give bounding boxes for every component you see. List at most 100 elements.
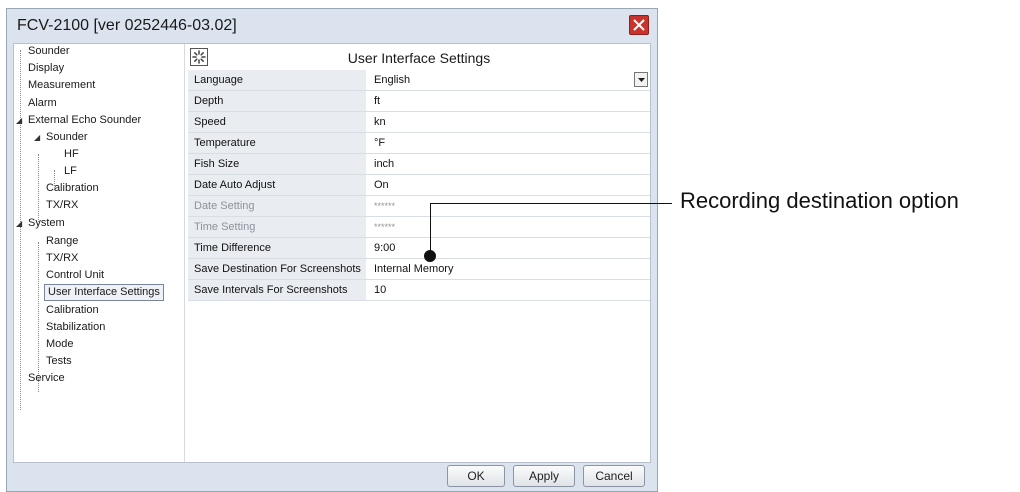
setting-value: ******	[368, 217, 650, 237]
chevron-down-icon	[638, 78, 645, 82]
table-row[interactable]: Date Auto Adjust On	[188, 175, 650, 196]
setting-label: Speed	[188, 112, 366, 132]
tree-item-ext-txrx[interactable]: TX/RX	[46, 198, 78, 212]
dialog-footer: OK Apply Cancel	[7, 461, 657, 491]
ok-button[interactable]: OK	[447, 465, 505, 487]
tree-item-label: Range	[46, 235, 79, 247]
title-bar: FCV-2100 [ver 0252446-03.02]	[7, 9, 657, 41]
tree-item-label: TX/RX	[46, 252, 79, 264]
tree-item-hf[interactable]: HF	[64, 147, 79, 161]
setting-value[interactable]: °F	[368, 133, 650, 153]
close-icon	[633, 19, 645, 31]
tree-item-alarm[interactable]: Alarm	[28, 96, 57, 110]
tree-item-ext-sounder[interactable]: Sounder	[46, 130, 88, 144]
tree-item-label: TX/RX	[46, 199, 79, 211]
tree-item-label: Stabilization	[46, 321, 106, 333]
tree-item-external-echo-sounder[interactable]: External Echo Sounder	[28, 113, 141, 127]
tree-item-label: Mode	[46, 338, 74, 350]
tree-item-system-calibration[interactable]: Calibration	[46, 303, 99, 317]
setting-value[interactable]: 10	[368, 280, 650, 300]
setting-value[interactable]: ft	[368, 91, 650, 111]
tree-item-user-interface-settings[interactable]: User Interface Settings	[44, 284, 164, 301]
setting-label: Save Intervals For Screenshots	[188, 280, 366, 300]
tree-item-sounder[interactable]: Sounder	[28, 44, 70, 58]
setting-label: Fish Size	[188, 154, 366, 174]
callout-label: Recording destination option	[680, 188, 959, 213]
setting-label: Time Difference	[188, 238, 366, 258]
setting-label: Temperature	[188, 133, 366, 153]
expand-arrow-icon[interactable]: ◢	[34, 133, 40, 142]
tree-item-label: Calibration	[46, 182, 99, 194]
tree-item-label: Service	[28, 372, 65, 384]
tree-item-label: Sounder	[46, 131, 88, 143]
setting-value[interactable]: inch	[368, 154, 650, 174]
dialog-content: Sounder Display Measurement Alarm ◢ Exte…	[13, 43, 651, 463]
setting-value: ******	[368, 196, 650, 216]
setting-value[interactable]: Internal Memory	[368, 259, 650, 279]
tree-item-service[interactable]: Service	[28, 371, 65, 385]
tree-item-label: User Interface Settings	[48, 286, 160, 298]
tree-item-stabilization[interactable]: Stabilization	[46, 320, 105, 334]
tree-item-system-txrx[interactable]: TX/RX	[46, 251, 78, 265]
tree-item-label: Alarm	[28, 97, 57, 109]
setting-label: Time Setting	[188, 217, 366, 237]
tree-item-ext-calibration[interactable]: Calibration	[46, 181, 99, 195]
setting-value[interactable]: 9:00	[368, 238, 650, 258]
tree-item-label: System	[28, 217, 65, 229]
callout-leader-line	[430, 203, 431, 255]
tree-item-label: Sounder	[28, 45, 70, 57]
tree-item-label: Calibration	[46, 304, 99, 316]
panel-header: User Interface Settings	[188, 46, 650, 68]
setting-value[interactable]: On	[368, 175, 650, 195]
setting-label: Date Auto Adjust	[188, 175, 366, 195]
setting-label: Language	[188, 70, 366, 90]
dropdown-button[interactable]	[634, 72, 648, 87]
table-row[interactable]: Save Destination For Screenshots Interna…	[188, 259, 650, 280]
table-row[interactable]: Depth ft	[188, 91, 650, 112]
settings-table: Language English Depth ft Speed kn Tempe…	[188, 70, 650, 301]
table-row[interactable]: Fish Size inch	[188, 154, 650, 175]
setting-label: Save Destination For Screenshots	[188, 259, 366, 279]
language-select[interactable]: English	[368, 70, 650, 90]
tree-item-label: Measurement	[28, 79, 96, 91]
tree-guide-line	[38, 242, 39, 392]
setting-label: Depth	[188, 91, 366, 111]
navigation-tree: Sounder Display Measurement Alarm ◢ Exte…	[14, 44, 185, 462]
tree-item-lf[interactable]: LF	[64, 164, 77, 178]
expand-arrow-icon[interactable]: ◢	[16, 116, 22, 125]
tree-item-label: Display	[28, 62, 65, 74]
tree-item-label: LF	[64, 165, 77, 177]
cancel-button[interactable]: Cancel	[583, 465, 645, 487]
window-title: FCV-2100 [ver 0252446-03.02]	[17, 17, 237, 34]
tree-item-display[interactable]: Display	[28, 61, 64, 75]
close-button[interactable]	[629, 15, 649, 35]
tree-item-measurement[interactable]: Measurement	[28, 78, 95, 92]
setting-value: English	[374, 74, 411, 86]
tree-guide-line	[20, 50, 21, 410]
panel-title: User Interface Settings	[347, 50, 491, 66]
tree-item-label: Control Unit	[46, 269, 105, 281]
callout-dot	[424, 250, 436, 262]
tree-guide-line	[38, 154, 39, 222]
apply-button[interactable]: Apply	[513, 465, 575, 487]
table-row[interactable]: Speed kn	[188, 112, 650, 133]
tree-item-system[interactable]: System	[28, 216, 65, 230]
table-row: Date Setting ******	[188, 196, 650, 217]
tree-item-label: HF	[64, 148, 79, 160]
tree-item-control-unit[interactable]: Control Unit	[46, 268, 104, 282]
setting-value[interactable]: kn	[368, 112, 650, 132]
table-row[interactable]: Save Intervals For Screenshots 10	[188, 280, 650, 301]
table-row: Time Setting ******	[188, 217, 650, 238]
tree-item-tests[interactable]: Tests	[46, 354, 72, 368]
tree-item-mode[interactable]: Mode	[46, 337, 74, 351]
tree-item-label: External Echo Sounder	[28, 114, 142, 126]
table-row[interactable]: Temperature °F	[188, 133, 650, 154]
settings-panel: User Interface Settings Language English	[188, 44, 650, 462]
table-row[interactable]: Language English	[188, 70, 650, 91]
settings-dialog: FCV-2100 [ver 0252446-03.02] Sounder Dis…	[6, 8, 658, 492]
setting-label: Date Setting	[188, 196, 366, 216]
tree-item-label: Tests	[46, 355, 72, 367]
tree-item-range[interactable]: Range	[46, 234, 78, 248]
table-row[interactable]: Time Difference 9:00	[188, 238, 650, 259]
expand-arrow-icon[interactable]: ◢	[16, 219, 22, 228]
